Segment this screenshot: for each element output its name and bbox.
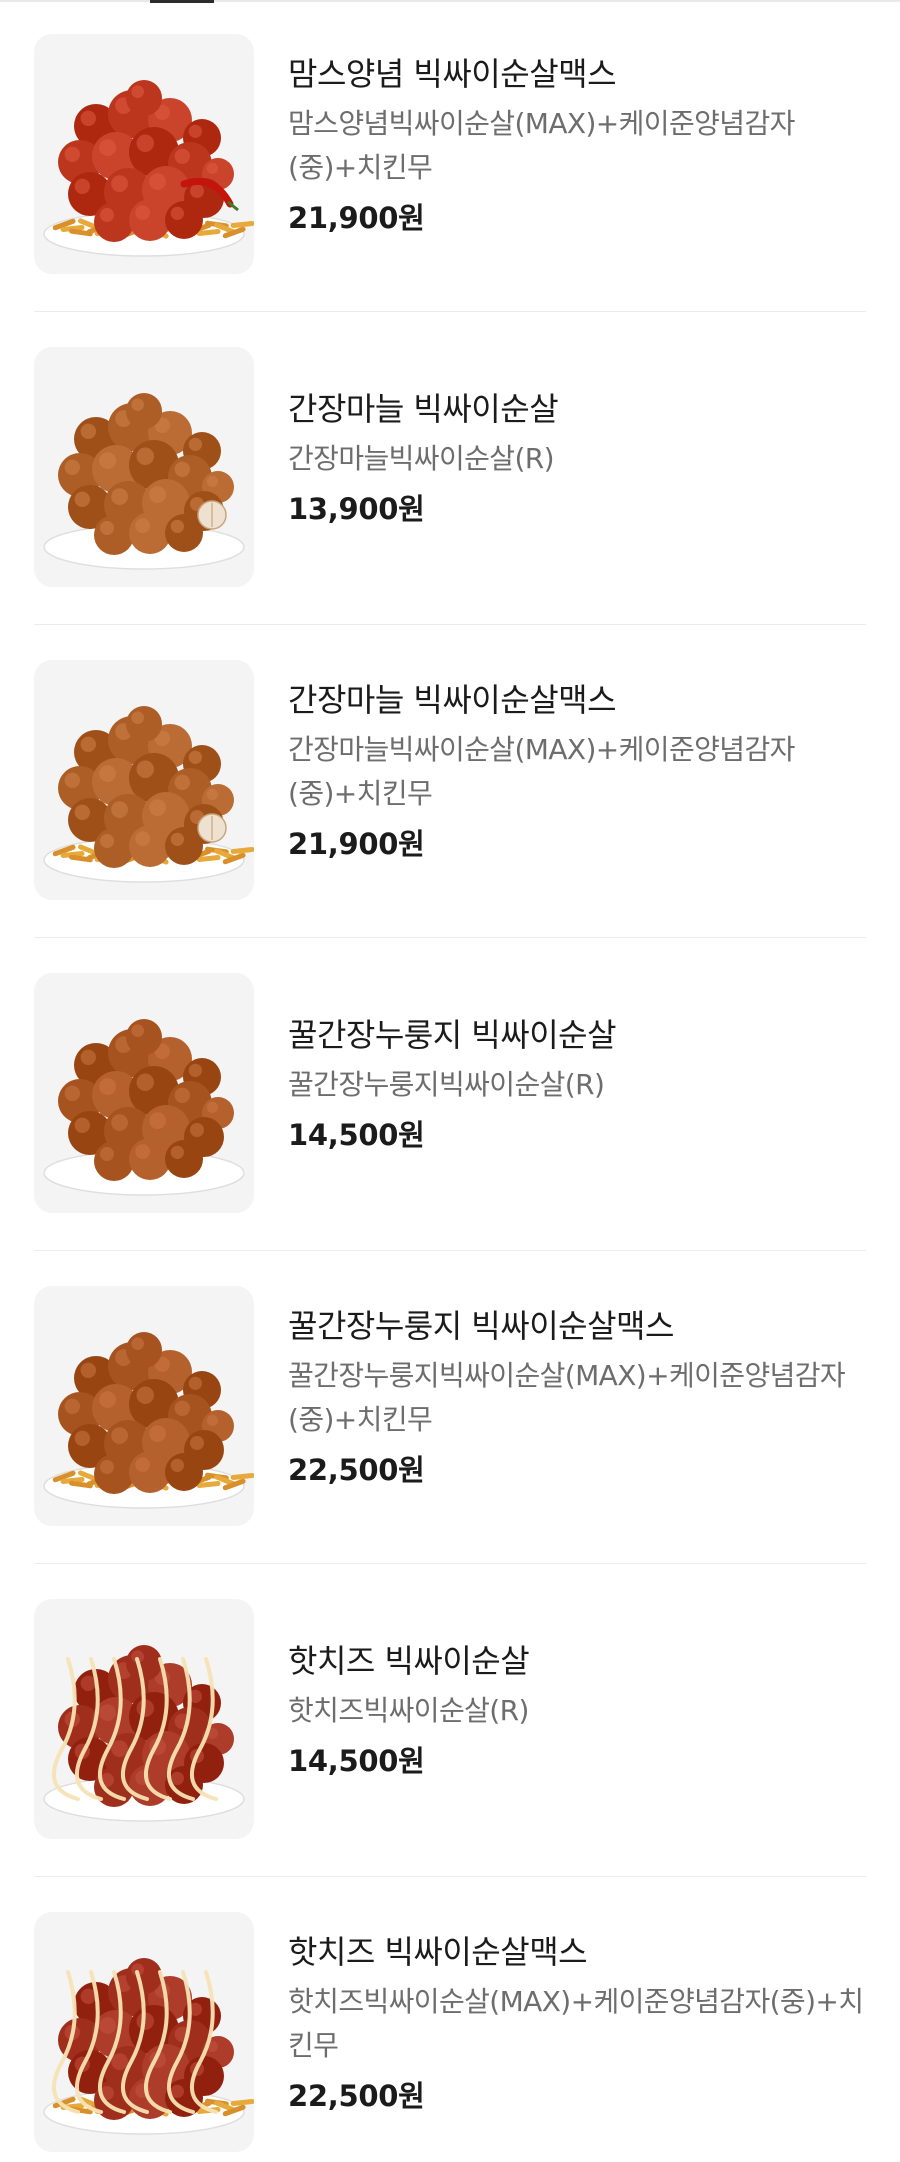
- menu-item-name: 맘스양념 빅싸이순살맥스: [288, 55, 617, 93]
- divider: [34, 1250, 866, 1251]
- chicken-plate-illustration: [43, 706, 254, 883]
- menu-item-name: 핫치즈 빅싸이순살맥스: [288, 1933, 588, 1971]
- divider: [34, 1876, 866, 1877]
- menu-item[interactable]: 꿀간장누룽지 빅싸이순살 꿀간장누룽지빅싸이순살(R) 14,500원: [34, 973, 866, 1286]
- menu-item[interactable]: 꿀간장누룽지 빅싸이순살맥스 꿀간장누룽지빅싸이순살(MAX)+케이준양념감자(…: [34, 1286, 866, 1599]
- divider: [34, 624, 866, 625]
- menu-item-description: 핫치즈빅싸이순살(R): [288, 1694, 529, 1727]
- chicken-plate-illustration: [43, 393, 245, 570]
- chicken-plate-illustration: [43, 80, 254, 257]
- menu-item-description: 꿀간장누룽지빅싸이순살(MAX)+케이준양념감자(중)+치킨무: [288, 1359, 846, 1436]
- menu-item-price: 21,900원: [288, 827, 425, 861]
- chicken-plate-illustration: [43, 1332, 254, 1509]
- divider: [34, 937, 866, 938]
- menu-item-description: 핫치즈빅싸이순살(MAX)+케이준양념감자(중)+치킨무: [288, 1985, 864, 2062]
- divider: [34, 1563, 866, 1564]
- menu-item-image[interactable]: [34, 660, 254, 900]
- menu-list: 맘스양념 빅싸이순살맥스 맘스양념빅싸이순살(MAX)+케이준양념감자(중)+치…: [0, 0, 900, 2162]
- menu-item-description: 간장마늘빅싸이순살(R): [288, 442, 555, 475]
- menu-item[interactable]: 간장마늘 빅싸이순살 간장마늘빅싸이순살(R) 13,900원: [34, 347, 866, 660]
- menu-item-price: 22,500원: [288, 1453, 425, 1487]
- menu-item-price: 14,500원: [288, 1744, 425, 1778]
- menu-item-name: 꿀간장누룽지 빅싸이순살맥스: [288, 1307, 674, 1345]
- menu-item-name: 간장마늘 빅싸이순살: [288, 390, 559, 428]
- menu-item-description: 간장마늘빅싸이순살(MAX)+케이준양념감자(중)+치킨무: [288, 733, 795, 810]
- menu-item[interactable]: 핫치즈 빅싸이순살 핫치즈빅싸이순살(R) 14,500원: [34, 1599, 866, 1912]
- menu-item[interactable]: 간장마늘 빅싸이순살맥스 간장마늘빅싸이순살(MAX)+케이준양념감자(중)+치…: [34, 660, 866, 973]
- menu-item-image[interactable]: [34, 1912, 254, 2152]
- chicken-plate-illustration: [43, 1019, 245, 1196]
- menu-item-image[interactable]: [34, 1286, 254, 1526]
- menu-item-name: 꿀간장누룽지 빅싸이순살: [288, 1016, 617, 1054]
- menu-item-description: 꿀간장누룽지빅싸이순살(R): [288, 1068, 605, 1101]
- menu-item-image[interactable]: [34, 1599, 254, 1839]
- menu-item-price: 21,900원: [288, 201, 425, 235]
- menu-item-image[interactable]: [34, 34, 254, 274]
- chicken-plate-illustration: [43, 1958, 254, 2135]
- divider: [34, 311, 866, 312]
- menu-item-name: 핫치즈 빅싸이순살: [288, 1642, 530, 1680]
- menu-item-price: 22,500원: [288, 2079, 425, 2113]
- menu-item-name: 간장마늘 빅싸이순살맥스: [288, 681, 617, 719]
- chicken-plate-illustration: [43, 1645, 245, 1822]
- menu-item-image[interactable]: [34, 347, 254, 587]
- menu-item-price: 14,500원: [288, 1118, 425, 1152]
- menu-item-description: 맘스양념빅싸이순살(MAX)+케이준양념감자(중)+치킨무: [288, 107, 795, 184]
- menu-item[interactable]: 핫치즈 빅싸이순살맥스 핫치즈빅싸이순살(MAX)+케이준양념감자(중)+치킨무…: [34, 1912, 866, 2162]
- menu-item[interactable]: 맘스양념 빅싸이순살맥스 맘스양념빅싸이순살(MAX)+케이준양념감자(중)+치…: [34, 34, 866, 347]
- menu-item-image[interactable]: [34, 973, 254, 1213]
- menu-item-price: 13,900원: [288, 492, 425, 526]
